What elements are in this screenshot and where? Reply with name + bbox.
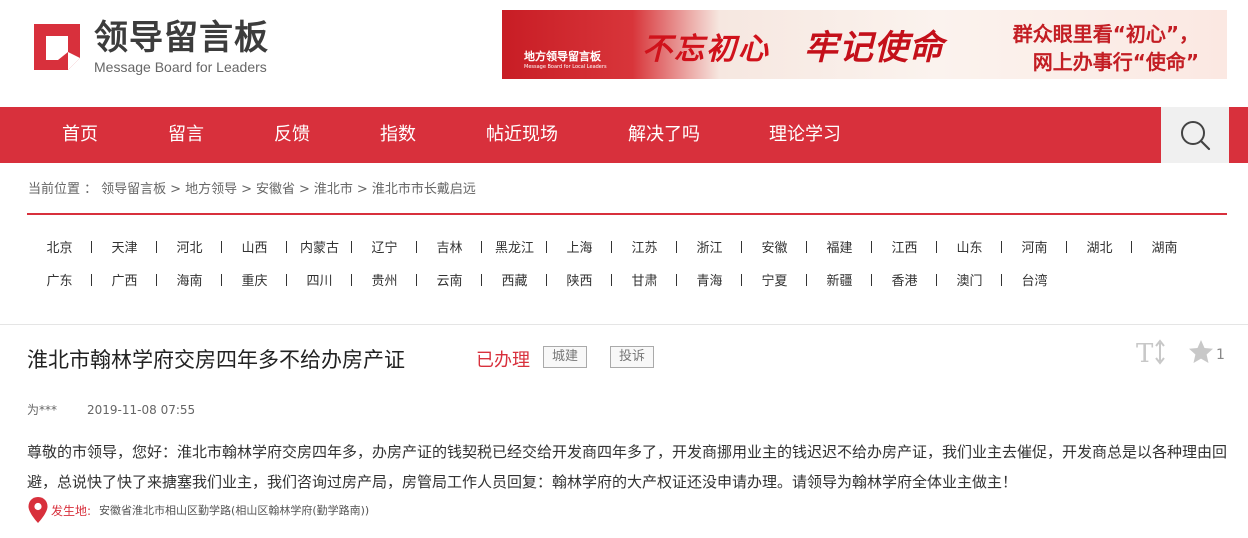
location-pin-icon [28,497,48,523]
breadcrumb-separator: > [299,182,310,197]
nav-item-feedback[interactable]: 反馈 [274,107,310,163]
province-link[interactable]: 广西 [92,270,157,289]
type-tag[interactable]: 投诉 [610,346,655,368]
province-link[interactable]: 安徽 [742,237,807,256]
province-link[interactable]: 上海 [547,237,612,256]
banner-slogan-1: 不忘初心 [642,32,770,67]
nav-item-index[interactable]: 指数 [380,107,416,163]
province-link[interactable]: 河南 [1002,237,1067,256]
main-nav: 首页 留言 反馈 指数 帖近现场 解决了吗 理论学习 [0,107,1248,163]
province-link[interactable]: 浙江 [677,237,742,256]
logo-subtitle: Message Board for Leaders [94,59,267,75]
province-link[interactable]: 香港 [872,270,937,289]
province-link[interactable]: 陕西 [547,270,612,289]
divider-red [27,213,1227,215]
message-meta: 为*** 2019-11-08 07:55 [27,401,195,418]
breadcrumb-item[interactable]: 淮北市市长戴启远 [372,182,476,197]
banner-brand: 地方领导留言板 Message Board for Local Leaders [524,48,607,70]
search-icon [1181,121,1211,151]
province-link[interactable]: 重庆 [222,270,287,289]
province-link[interactable]: 湖南 [1132,237,1197,256]
breadcrumb-separator: > [170,182,182,197]
province-link[interactable]: 西藏 [482,270,547,289]
province-link[interactable]: 吉林 [417,237,482,256]
province-link[interactable]: 贵州 [352,270,417,289]
breadcrumb-separator: > [241,182,252,197]
province-link[interactable]: 北京 [27,237,92,256]
banner-slogan-2: 牢记使命 [804,28,944,68]
status-badge: 已办理 [476,350,530,371]
site-logo[interactable]: 领导留言板 Message Board for Leaders [28,12,308,82]
province-link[interactable]: 湖北 [1067,237,1132,256]
post-date: 2019-11-08 07:55 [87,403,196,417]
star-icon[interactable] [1187,338,1215,366]
province-link[interactable]: 广东 [27,270,92,289]
logo-title: 领导留言板 [94,18,269,58]
province-link[interactable]: 江苏 [612,237,677,256]
province-link[interactable]: 内蒙古 [287,237,352,256]
banner-line-2: 网上办事行“使命” [1032,50,1199,74]
province-link[interactable]: 新疆 [807,270,872,289]
nav-item-home[interactable]: 首页 [62,107,98,163]
message-title: 淮北市翰林学府交房四年多不给办房产证 [27,348,405,372]
province-link[interactable]: 辽宁 [352,237,417,256]
nav-item-message[interactable]: 留言 [168,107,204,163]
message-body: 尊敬的市领导，您好：淮北市翰林学府交房四年多，办房产证的钱契税已经交给开发商四年… [27,443,1228,491]
location-line: 发生地: 安徽省淮北市相山区勤学路(相山区翰林学府(勤学路南)) [27,496,369,524]
province-link[interactable]: 青海 [677,270,742,289]
banner-brand-en: Message Board for Local Leaders [524,64,607,70]
location-address: 安徽省淮北市相山区勤学路(相山区翰林学府(勤学路南)) [99,504,370,517]
province-link[interactable]: 四川 [287,270,352,289]
breadcrumb-item[interactable]: 淮北市 [314,182,353,197]
site-header: 领导留言板 Message Board for Leaders 地方领导留言板 … [0,0,1248,107]
nav-item-solved[interactable]: 解决了吗 [628,107,700,163]
category-tag[interactable]: 城建 [543,346,588,368]
logo-text: 领导留言板 Message Board for Leaders [94,18,269,76]
breadcrumb-separator: > [356,182,368,197]
location-label: 发生地: [51,503,92,518]
nav-item-theory[interactable]: 理论学习 [769,107,841,163]
province-list: 北京 天津 河北 山西 内蒙古 辽宁 吉林 黑龙江 上海 江苏 浙江 安徽 福建… [27,230,1227,296]
breadcrumb-item[interactable]: 领导留言板 [101,182,166,197]
divider-grey [0,324,1248,325]
breadcrumb-item[interactable]: 安徽省 [256,182,295,197]
province-link[interactable]: 天津 [92,237,157,256]
search-button[interactable] [1161,107,1229,163]
province-link[interactable]: 山东 [937,237,1002,256]
breadcrumb-prefix: 当前位置 ： [28,182,98,197]
nav-item-onsite[interactable]: 帖近现场 [486,107,558,163]
province-link[interactable]: 山西 [222,237,287,256]
breadcrumb-item[interactable]: 地方领导 [185,182,237,197]
province-link[interactable]: 云南 [417,270,482,289]
province-link[interactable]: 江西 [872,237,937,256]
province-link[interactable]: 海南 [157,270,222,289]
province-link[interactable]: 台湾 [1002,270,1067,289]
breadcrumb: 当前位置 ：领导留言板 > 地方领导 > 安徽省 > 淮北市 > 淮北市市长戴启远 [28,178,480,197]
author-name: 为*** [27,403,58,417]
province-link[interactable]: 河北 [157,237,222,256]
campaign-banner[interactable]: 地方领导留言板 Message Board for Local Leaders … [502,10,1227,79]
province-link[interactable]: 宁夏 [742,270,807,289]
banner-brand-text: 地方领导留言板 [524,50,601,63]
province-link[interactable]: 黑龙江 [482,237,547,256]
province-link[interactable]: 澳门 [937,270,1002,289]
province-link[interactable]: 福建 [807,237,872,256]
banner-line-1: 群众眼里看“初心”， [1012,22,1199,46]
province-row-1: 北京 天津 河北 山西 内蒙古 辽宁 吉林 黑龙江 上海 江苏 浙江 安徽 福建… [27,230,1227,263]
province-row-2: 广东 广西 海南 重庆 四川 贵州 云南 西藏 陕西 甘肃 青海 宁夏 新疆 香… [27,263,1227,296]
logo-mark-icon [34,24,80,70]
svg-text:T: T [1136,339,1154,366]
font-size-icon[interactable]: T [1134,338,1168,366]
star-count: 1 [1216,347,1225,363]
province-link[interactable]: 甘肃 [612,270,677,289]
